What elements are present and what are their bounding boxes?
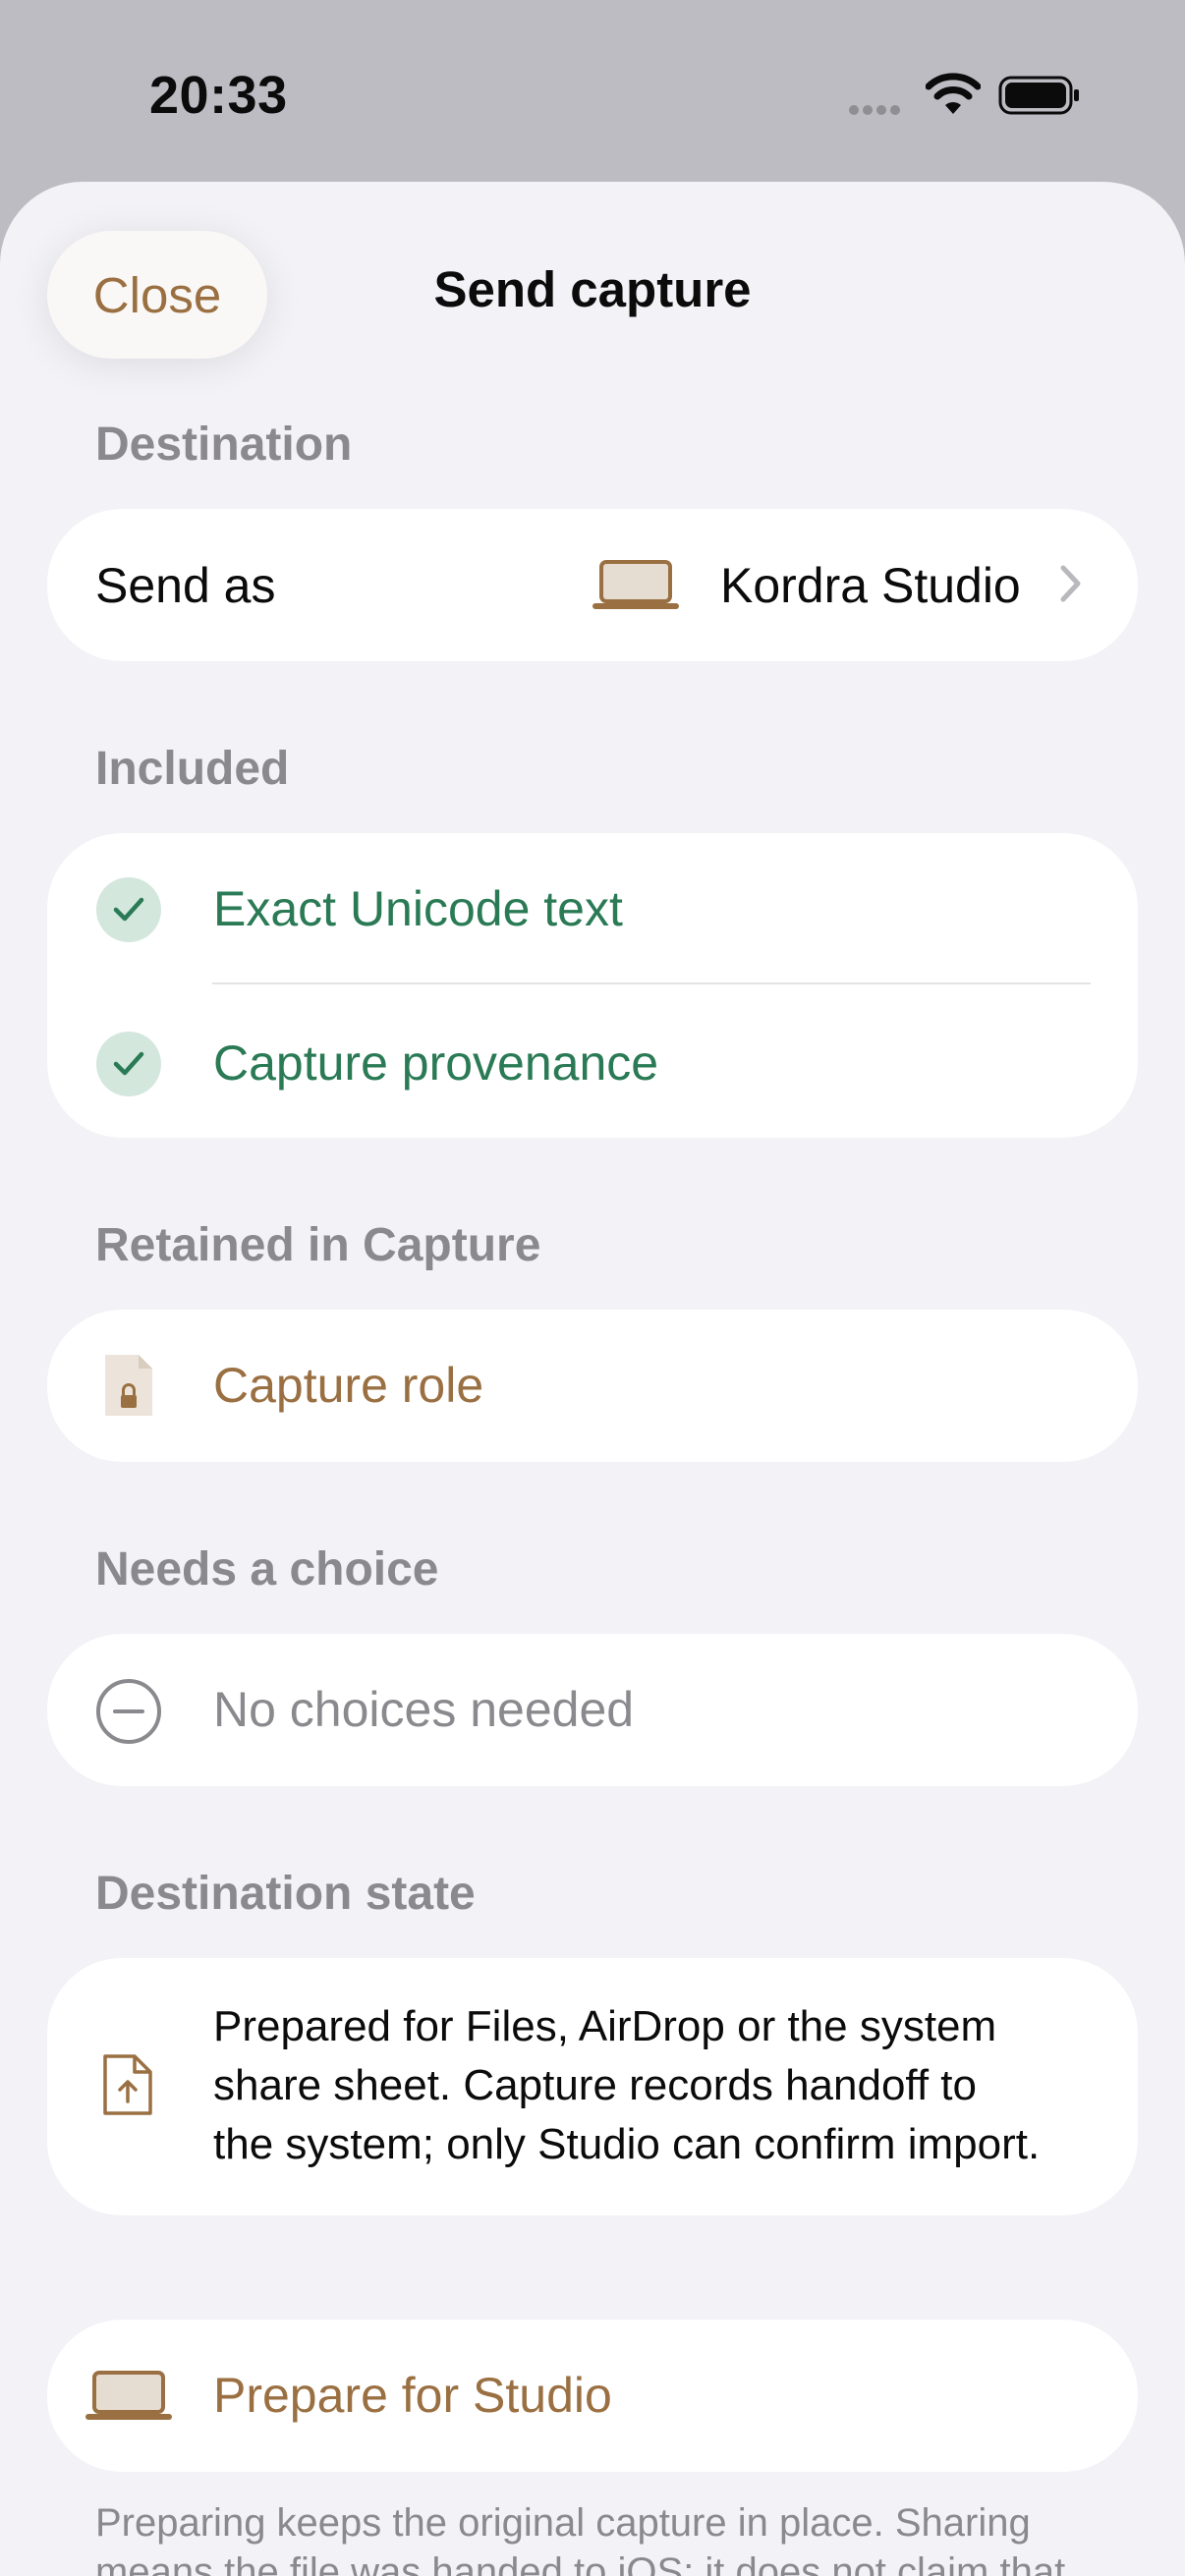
destination-state-card: Prepared for Files, AirDrop or the syste… — [47, 1958, 1138, 2215]
status-time: 20:33 — [149, 66, 288, 125]
needs-choice-item: No choices needed — [213, 1682, 635, 1737]
cellular-signal-icon — [849, 102, 904, 120]
capture-role-row: Capture role — [47, 1310, 1138, 1462]
retained-item-capture-role: Capture role — [213, 1358, 484, 1413]
destination-state-line: Prepared for Files, AirDrop or the syste… — [213, 2002, 997, 2050]
locked-document-icon — [105, 1355, 152, 1416]
included-card: Exact Unicode text Capture provenance — [47, 833, 1138, 1138]
laptop-icon — [85, 2371, 172, 2420]
prepare-for-studio-label: Prepare for Studio — [213, 2368, 612, 2423]
destination-state-line: the system; only Studio can confirm impo… — [213, 2120, 1041, 2168]
checkmark-icon — [96, 1032, 161, 1096]
divider — [212, 982, 1091, 984]
footnote: Preparing keeps the original capture in … — [95, 2498, 1098, 2576]
destination-state-line: share sheet. Capture records handoff to — [213, 2061, 978, 2109]
chevron-right-icon — [1060, 565, 1081, 602]
footnote-line: means the file was handed to iOS; it doe… — [95, 2550, 1066, 2576]
wifi-icon — [926, 73, 981, 114]
included-item-provenance: Capture provenance — [213, 1036, 659, 1091]
minus-circle-icon — [96, 1679, 161, 1744]
status-bar: 20:33 — [0, 0, 1185, 182]
checkmark-icon — [96, 877, 161, 942]
needs-choice-header: Needs a choice — [95, 1543, 439, 1596]
document-upload-icon — [103, 2054, 152, 2115]
included-header: Included — [95, 743, 290, 795]
send-capture-sheet: Close Send capture Destination Send as K… — [0, 182, 1185, 2576]
destination-state-header: Destination state — [95, 1868, 476, 1920]
retained-header: Retained in Capture — [95, 1219, 541, 1271]
send-as-label: Send as — [95, 558, 276, 613]
send-as-row[interactable]: Send as Kordra Studio — [47, 509, 1138, 661]
destination-target-name: Kordra Studio — [720, 558, 1021, 613]
battery-icon — [998, 76, 1079, 115]
prepare-for-studio-button[interactable]: Prepare for Studio — [47, 2320, 1138, 2472]
destination-state-text: Prepared for Files, AirDrop or the syste… — [213, 1997, 1040, 2174]
no-choices-row: No choices needed — [47, 1634, 1138, 1786]
sheet-title: Send capture — [433, 261, 752, 317]
included-item-unicode-text: Exact Unicode text — [213, 881, 623, 936]
footnote-line: Preparing keeps the original capture in … — [95, 2501, 1031, 2545]
laptop-icon — [592, 560, 679, 609]
destination-header: Destination — [95, 419, 353, 471]
